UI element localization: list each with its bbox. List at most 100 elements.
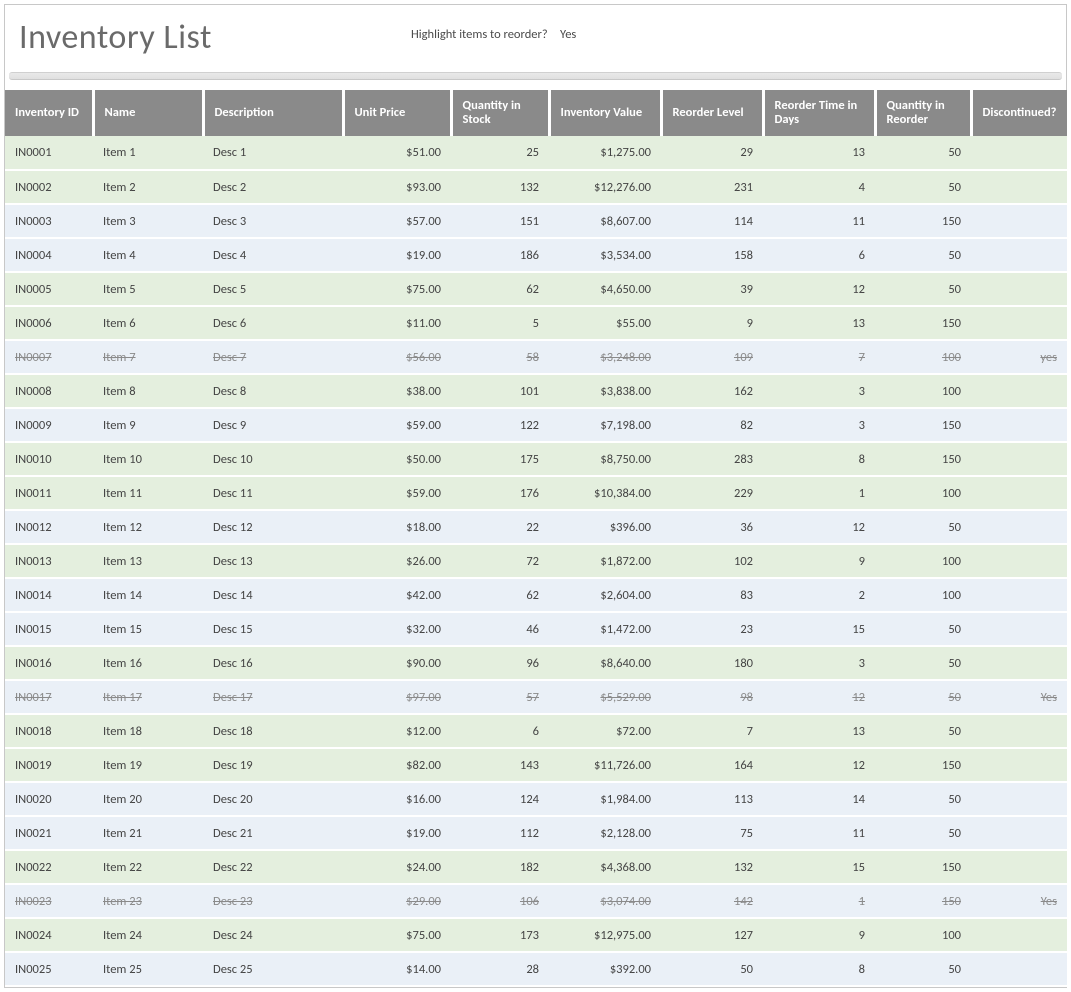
cell-disc[interactable]	[971, 136, 1067, 170]
col-header-inv-value[interactable]: Inventory Value	[549, 90, 661, 136]
cell-rqty[interactable]: 50	[875, 646, 971, 680]
cell-rtime[interactable]: 4	[763, 170, 875, 204]
cell-name[interactable]: Item 20	[93, 782, 203, 816]
cell-price[interactable]: $42.00	[343, 578, 451, 612]
cell-desc[interactable]: Desc 6	[203, 306, 343, 340]
cell-price[interactable]: $50.00	[343, 442, 451, 476]
cell-id[interactable]: IN0019	[5, 748, 93, 782]
cell-desc[interactable]: Desc 14	[203, 578, 343, 612]
table-row[interactable]: IN0001Item 1Desc 1$51.0025$1,275.0029135…	[5, 136, 1067, 170]
cell-qty[interactable]: 62	[451, 272, 549, 306]
cell-id[interactable]: IN0005	[5, 272, 93, 306]
cell-qty[interactable]: 25	[451, 136, 549, 170]
cell-qty[interactable]: 58	[451, 340, 549, 374]
cell-value[interactable]: $3,074.00	[549, 884, 661, 918]
cell-reorder[interactable]: 164	[661, 748, 763, 782]
cell-disc[interactable]	[971, 510, 1067, 544]
cell-rtime[interactable]: 13	[763, 306, 875, 340]
cell-qty[interactable]: 124	[451, 782, 549, 816]
col-header-description[interactable]: Description	[203, 90, 343, 136]
table-row[interactable]: IN0025Item 25Desc 25$14.0028$392.0050850	[5, 952, 1067, 986]
cell-value[interactable]: $396.00	[549, 510, 661, 544]
table-row[interactable]: IN0019Item 19Desc 19$82.00143$11,726.001…	[5, 748, 1067, 782]
cell-price[interactable]: $97.00	[343, 680, 451, 714]
cell-name[interactable]: Item 23	[93, 884, 203, 918]
cell-disc[interactable]	[971, 646, 1067, 680]
col-header-id[interactable]: Inventory ID	[5, 90, 93, 136]
cell-price[interactable]: $19.00	[343, 816, 451, 850]
cell-value[interactable]: $12,276.00	[549, 170, 661, 204]
table-row[interactable]: IN0024Item 24Desc 24$75.00173$12,975.001…	[5, 918, 1067, 952]
cell-reorder[interactable]: 142	[661, 884, 763, 918]
cell-disc[interactable]: Yes	[971, 680, 1067, 714]
col-header-unit-price[interactable]: Unit Price	[343, 90, 451, 136]
cell-value[interactable]: $3,248.00	[549, 340, 661, 374]
cell-rqty[interactable]: 150	[875, 442, 971, 476]
cell-value[interactable]: $1,275.00	[549, 136, 661, 170]
cell-value[interactable]: $10,384.00	[549, 476, 661, 510]
cell-desc[interactable]: Desc 22	[203, 850, 343, 884]
cell-price[interactable]: $75.00	[343, 272, 451, 306]
cell-desc[interactable]: Desc 13	[203, 544, 343, 578]
cell-rtime[interactable]: 12	[763, 272, 875, 306]
cell-name[interactable]: Item 15	[93, 612, 203, 646]
cell-rqty[interactable]: 50	[875, 680, 971, 714]
cell-rqty[interactable]: 100	[875, 476, 971, 510]
cell-rtime[interactable]: 6	[763, 238, 875, 272]
cell-qty[interactable]: 176	[451, 476, 549, 510]
cell-name[interactable]: Item 22	[93, 850, 203, 884]
cell-rtime[interactable]: 9	[763, 918, 875, 952]
cell-rtime[interactable]: 3	[763, 374, 875, 408]
cell-reorder[interactable]: 113	[661, 782, 763, 816]
cell-disc[interactable]	[971, 408, 1067, 442]
cell-value[interactable]: $3,838.00	[549, 374, 661, 408]
cell-value[interactable]: $1,472.00	[549, 612, 661, 646]
cell-rtime[interactable]: 13	[763, 714, 875, 748]
cell-disc[interactable]	[971, 374, 1067, 408]
table-row[interactable]: IN0003Item 3Desc 3$57.00151$8,607.001141…	[5, 204, 1067, 238]
cell-name[interactable]: Item 17	[93, 680, 203, 714]
cell-price[interactable]: $59.00	[343, 476, 451, 510]
cell-value[interactable]: $8,640.00	[549, 646, 661, 680]
cell-id[interactable]: IN0025	[5, 952, 93, 986]
cell-disc[interactable]	[971, 306, 1067, 340]
cell-id[interactable]: IN0014	[5, 578, 93, 612]
cell-id[interactable]: IN0017	[5, 680, 93, 714]
cell-rtime[interactable]: 12	[763, 680, 875, 714]
cell-desc[interactable]: Desc 8	[203, 374, 343, 408]
cell-reorder[interactable]: 9	[661, 306, 763, 340]
cell-desc[interactable]: Desc 7	[203, 340, 343, 374]
cell-name[interactable]: Item 7	[93, 340, 203, 374]
col-header-discontinued[interactable]: Discontinued?	[971, 90, 1067, 136]
cell-rtime[interactable]: 14	[763, 782, 875, 816]
cell-rqty[interactable]: 50	[875, 952, 971, 986]
cell-qty[interactable]: 96	[451, 646, 549, 680]
cell-price[interactable]: $51.00	[343, 136, 451, 170]
table-row[interactable]: IN0022Item 22Desc 22$24.00182$4,368.0013…	[5, 850, 1067, 884]
cell-rtime[interactable]: 12	[763, 510, 875, 544]
cell-name[interactable]: Item 21	[93, 816, 203, 850]
cell-rtime[interactable]: 1	[763, 884, 875, 918]
cell-reorder[interactable]: 82	[661, 408, 763, 442]
cell-value[interactable]: $11,726.00	[549, 748, 661, 782]
cell-qty[interactable]: 106	[451, 884, 549, 918]
col-header-qty-reorder[interactable]: Quantity in Reorder	[875, 90, 971, 136]
cell-reorder[interactable]: 75	[661, 816, 763, 850]
cell-value[interactable]: $3,534.00	[549, 238, 661, 272]
cell-reorder[interactable]: 283	[661, 442, 763, 476]
cell-desc[interactable]: Desc 24	[203, 918, 343, 952]
cell-rtime[interactable]: 3	[763, 408, 875, 442]
cell-rqty[interactable]: 100	[875, 544, 971, 578]
table-row[interactable]: IN0010Item 10Desc 10$50.00175$8,750.0028…	[5, 442, 1067, 476]
cell-price[interactable]: $82.00	[343, 748, 451, 782]
cell-rqty[interactable]: 50	[875, 136, 971, 170]
cell-reorder[interactable]: 29	[661, 136, 763, 170]
cell-rtime[interactable]: 8	[763, 952, 875, 986]
cell-desc[interactable]: Desc 25	[203, 952, 343, 986]
cell-desc[interactable]: Desc 19	[203, 748, 343, 782]
table-row[interactable]: IN0021Item 21Desc 21$19.00112$2,128.0075…	[5, 816, 1067, 850]
cell-price[interactable]: $12.00	[343, 714, 451, 748]
cell-id[interactable]: IN0018	[5, 714, 93, 748]
cell-id[interactable]: IN0001	[5, 136, 93, 170]
cell-rqty[interactable]: 100	[875, 578, 971, 612]
